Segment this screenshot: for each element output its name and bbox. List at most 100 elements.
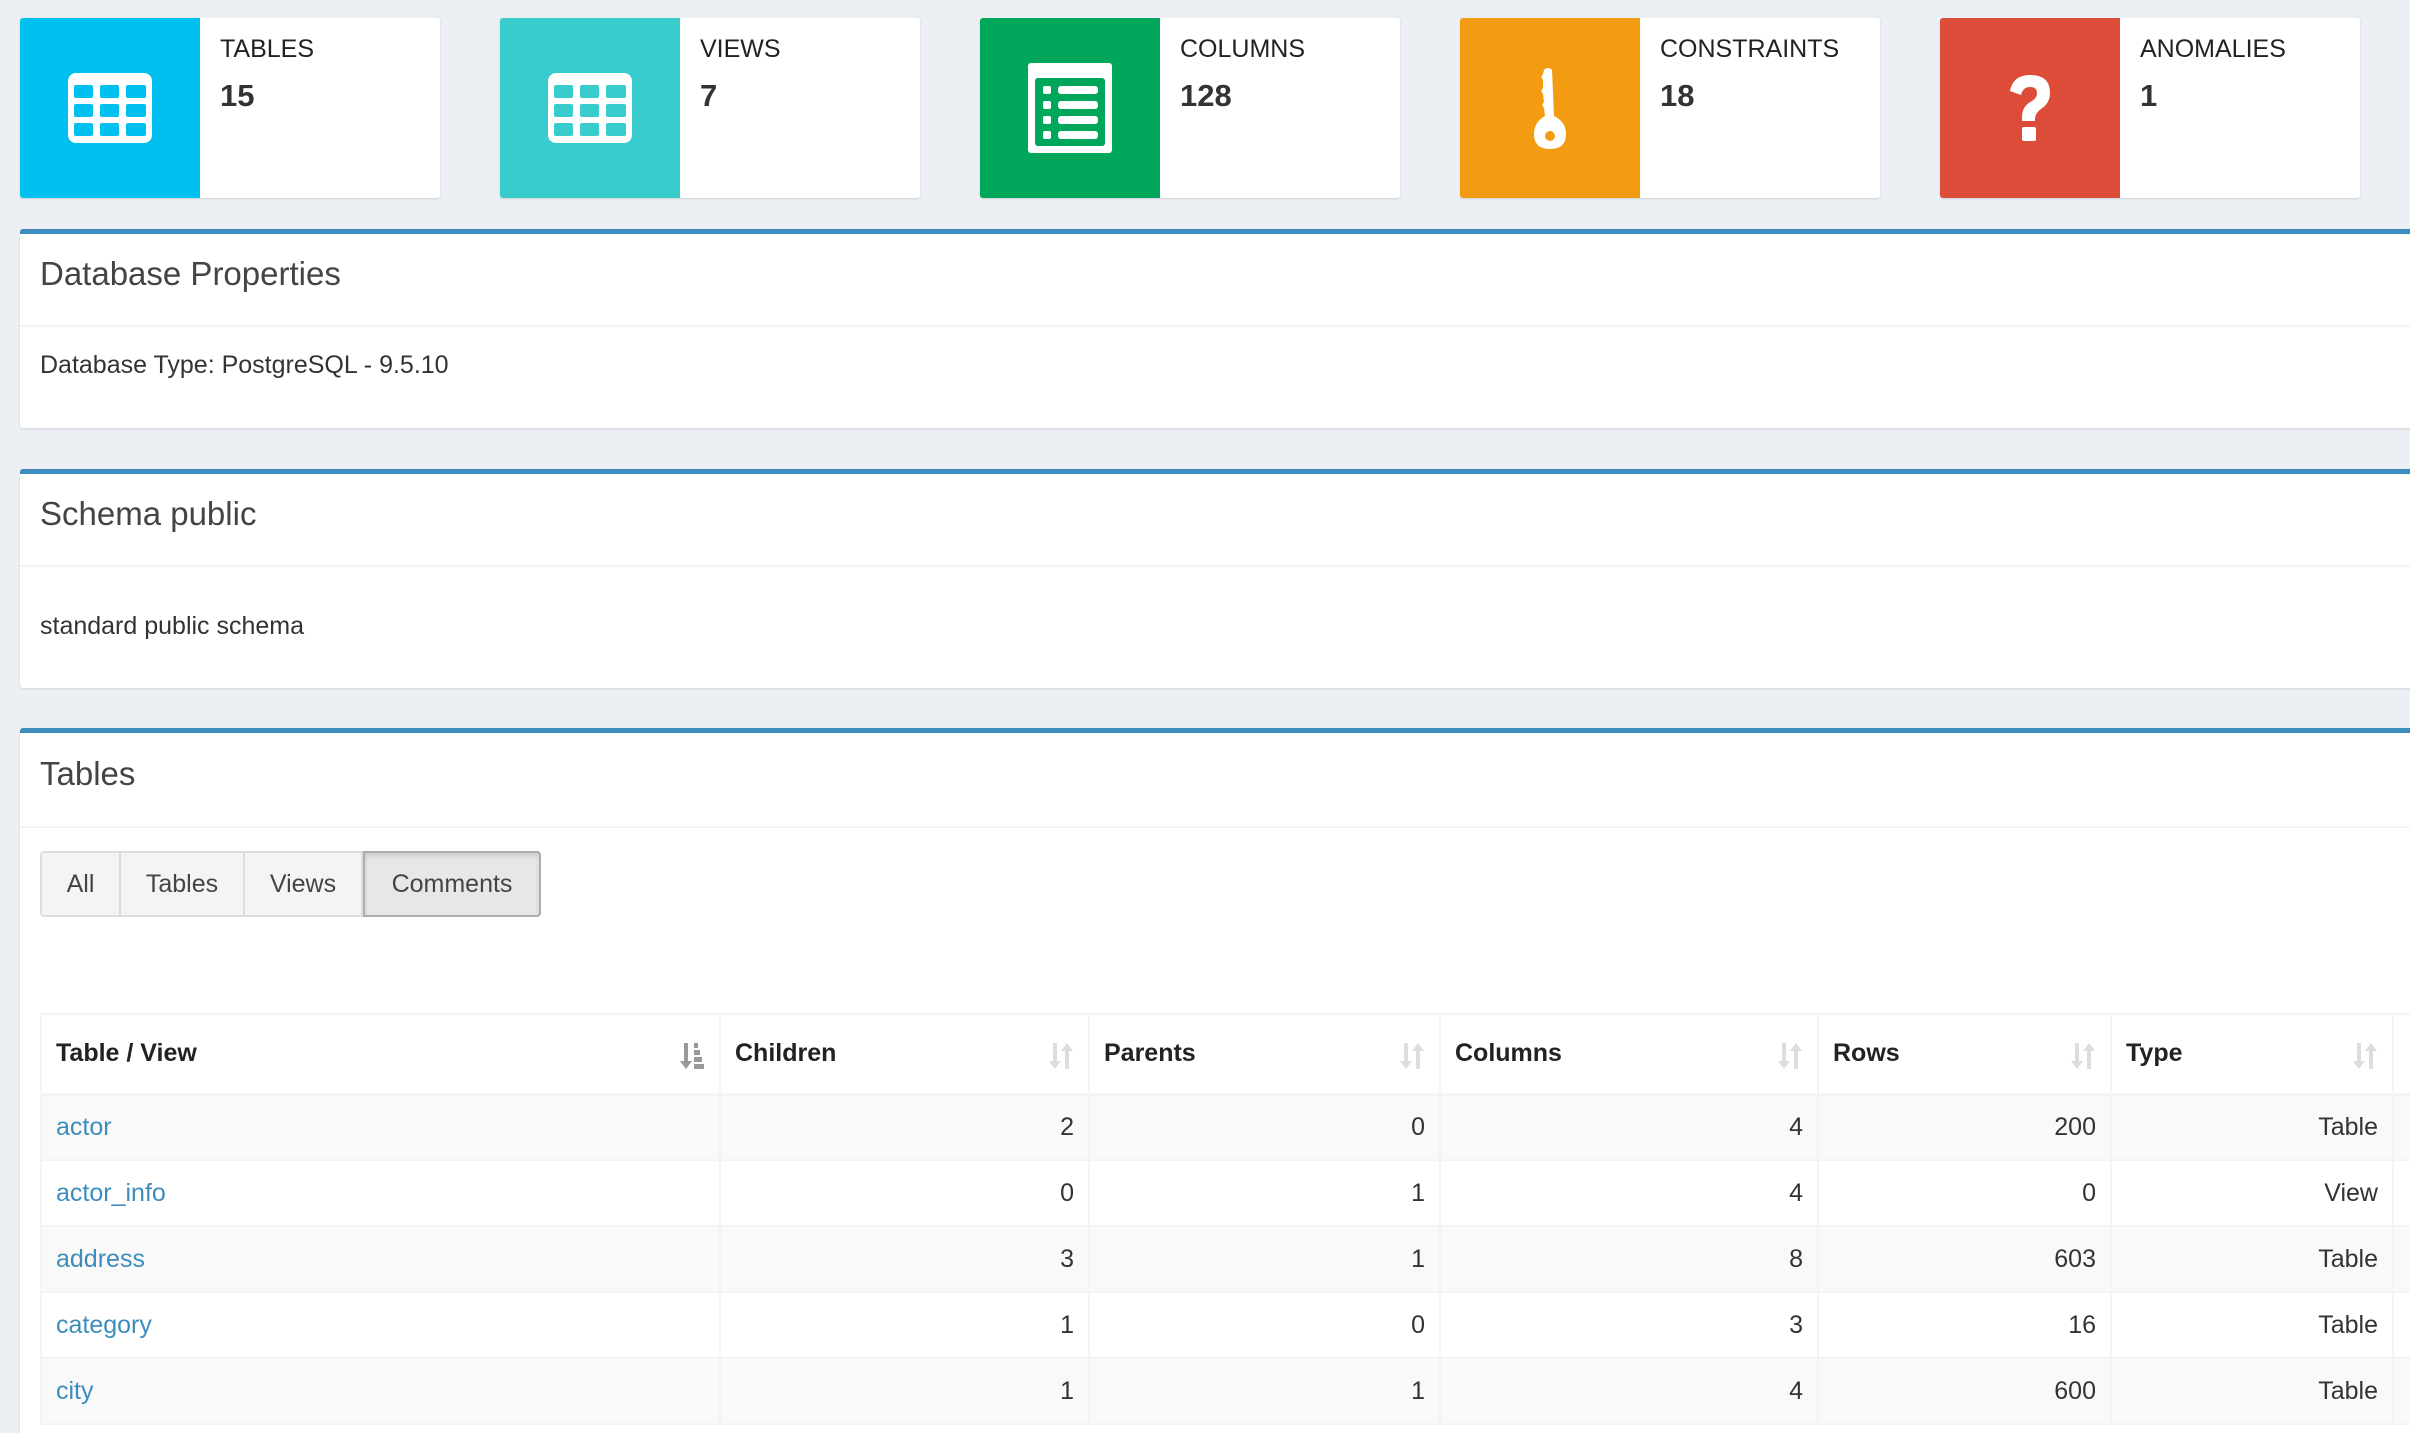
- object-type: Table: [2318, 1310, 2378, 1339]
- database-type-text: Database Type: PostgreSQL - 9.5.10: [40, 351, 449, 379]
- column-header-columns[interactable]: Columns: [1439, 1013, 1819, 1096]
- rows-count: 0: [2082, 1178, 2096, 1207]
- columns-count: 4: [1789, 1112, 1803, 1141]
- cell-type: Table: [2110, 1225, 2394, 1293]
- sort-icon[interactable]: [2352, 1041, 2378, 1071]
- parents-count: 1: [1411, 1178, 1425, 1207]
- cell-rows: 16: [1817, 1291, 2112, 1359]
- table-name-link[interactable]: address: [56, 1245, 145, 1273]
- info-box-anomalies: Anomalies 1: [1940, 18, 2360, 198]
- table-body: actor 2 0 4 200 Table actor_info 0 1 4 0 View addres…: [40, 1093, 2410, 1425]
- panel-title: Database Properties: [40, 254, 341, 292]
- table-name-link[interactable]: category: [56, 1311, 152, 1339]
- panel-header: Tables: [20, 733, 2410, 828]
- info-box-value: 18: [1660, 78, 1695, 113]
- info-box-icon-bg: [1940, 18, 2120, 198]
- children-count: 2: [1060, 1112, 1074, 1141]
- cell-children: 2: [719, 1093, 1090, 1161]
- panel-title: Tables: [40, 754, 136, 792]
- parents-count: 1: [1411, 1376, 1425, 1405]
- children-count: 0: [1060, 1178, 1074, 1207]
- columns-count: 4: [1789, 1178, 1803, 1207]
- table-icon: [548, 73, 632, 143]
- filter-all-button[interactable]: All: [40, 851, 121, 917]
- info-box-label: Anomalies: [2140, 35, 2286, 63]
- object-type: Table: [2318, 1244, 2378, 1273]
- rows-count: 600: [2054, 1376, 2096, 1405]
- cell-overflow: [2392, 1357, 2410, 1425]
- cell-rows: 0: [1817, 1159, 2112, 1227]
- rows-count: 603: [2054, 1244, 2096, 1273]
- rows-count: 200: [2054, 1112, 2096, 1141]
- cell-overflow: [2392, 1291, 2410, 1359]
- parents-count: 0: [1411, 1310, 1425, 1339]
- cell-children: 3: [719, 1225, 1090, 1293]
- info-box-label: Tables: [220, 35, 315, 63]
- columns-count: 8: [1789, 1244, 1803, 1273]
- column-header-label: Parents: [1104, 1039, 1196, 1068]
- table-row: actor_info 0 1 4 0 View: [40, 1159, 2410, 1227]
- info-box-icon-bg: [500, 18, 680, 198]
- children-count: 3: [1060, 1244, 1074, 1273]
- cell-type: Table: [2110, 1357, 2394, 1425]
- database-properties-panel: Database Properties Database Type: Postg…: [20, 229, 2410, 428]
- info-box-value: 7: [700, 78, 718, 113]
- filter-tables-button[interactable]: Tables: [121, 851, 245, 917]
- cell-rows: 600: [1817, 1357, 2112, 1425]
- cell-name: address: [40, 1225, 721, 1293]
- sort-icon[interactable]: [2070, 1041, 2096, 1071]
- table-name-link[interactable]: city: [56, 1377, 94, 1405]
- cell-name: actor: [40, 1093, 721, 1161]
- sort-icon[interactable]: [1777, 1041, 1803, 1071]
- column-header-children[interactable]: Children: [719, 1013, 1090, 1096]
- column-header-overflow[interactable]: [2392, 1013, 2410, 1096]
- cell-rows: 200: [1817, 1093, 2112, 1161]
- children-count: 1: [1060, 1376, 1074, 1405]
- filter-views-button[interactable]: Views: [245, 851, 363, 917]
- column-header-parents[interactable]: Parents: [1088, 1013, 1441, 1096]
- table-name-link[interactable]: actor_info: [56, 1179, 166, 1207]
- info-box-icon-bg: [1460, 18, 1640, 198]
- info-box-value: 1: [2140, 78, 2158, 113]
- cell-rows: 603: [1817, 1225, 2112, 1293]
- schema-panel: Schema public standard public schema: [20, 469, 2410, 688]
- cell-columns: 4: [1439, 1357, 1819, 1425]
- filter-comments-button[interactable]: Comments: [363, 851, 541, 917]
- info-box-icon-bg: [20, 18, 200, 198]
- panel-title: Schema public: [40, 494, 257, 532]
- list-alt-icon: [1028, 63, 1112, 153]
- cell-overflow: [2392, 1225, 2410, 1293]
- cell-parents: 1: [1088, 1357, 1441, 1425]
- column-header-label: Rows: [1833, 1039, 1900, 1068]
- question-icon: [2010, 75, 2050, 141]
- key-icon: [1534, 68, 1566, 149]
- cell-name: category: [40, 1291, 721, 1359]
- column-header-rows[interactable]: Rows: [1817, 1013, 2112, 1096]
- cell-name: city: [40, 1357, 721, 1425]
- columns-count: 4: [1789, 1376, 1803, 1405]
- column-header-label: Columns: [1455, 1039, 1562, 1068]
- parents-count: 0: [1411, 1112, 1425, 1141]
- table-icon: [68, 73, 152, 143]
- cell-children: 0: [719, 1159, 1090, 1227]
- cell-parents: 1: [1088, 1225, 1441, 1293]
- sort-amount-asc-icon[interactable]: [679, 1041, 705, 1071]
- cell-type: Table: [2110, 1093, 2394, 1161]
- sort-icon[interactable]: [1399, 1041, 1425, 1071]
- object-type: View: [2324, 1178, 2378, 1207]
- object-type: Table: [2318, 1112, 2378, 1141]
- column-header-label: Table / View: [56, 1039, 197, 1068]
- info-box-label: Views: [700, 35, 781, 63]
- table-name-link[interactable]: actor: [56, 1113, 112, 1141]
- cell-parents: 0: [1088, 1291, 1441, 1359]
- cell-columns: 8: [1439, 1225, 1819, 1293]
- cell-parents: 0: [1088, 1093, 1441, 1161]
- cell-parents: 1: [1088, 1159, 1441, 1227]
- info-box-columns: Columns 128: [980, 18, 1400, 198]
- sort-icon[interactable]: [1048, 1041, 1074, 1071]
- table-row: actor 2 0 4 200 Table: [40, 1093, 2410, 1161]
- info-box-label: Constraints: [1660, 35, 1840, 63]
- column-header-type[interactable]: Type: [2110, 1013, 2394, 1096]
- column-header-table-view[interactable]: Table / View: [40, 1013, 721, 1096]
- cell-name: actor_info: [40, 1159, 721, 1227]
